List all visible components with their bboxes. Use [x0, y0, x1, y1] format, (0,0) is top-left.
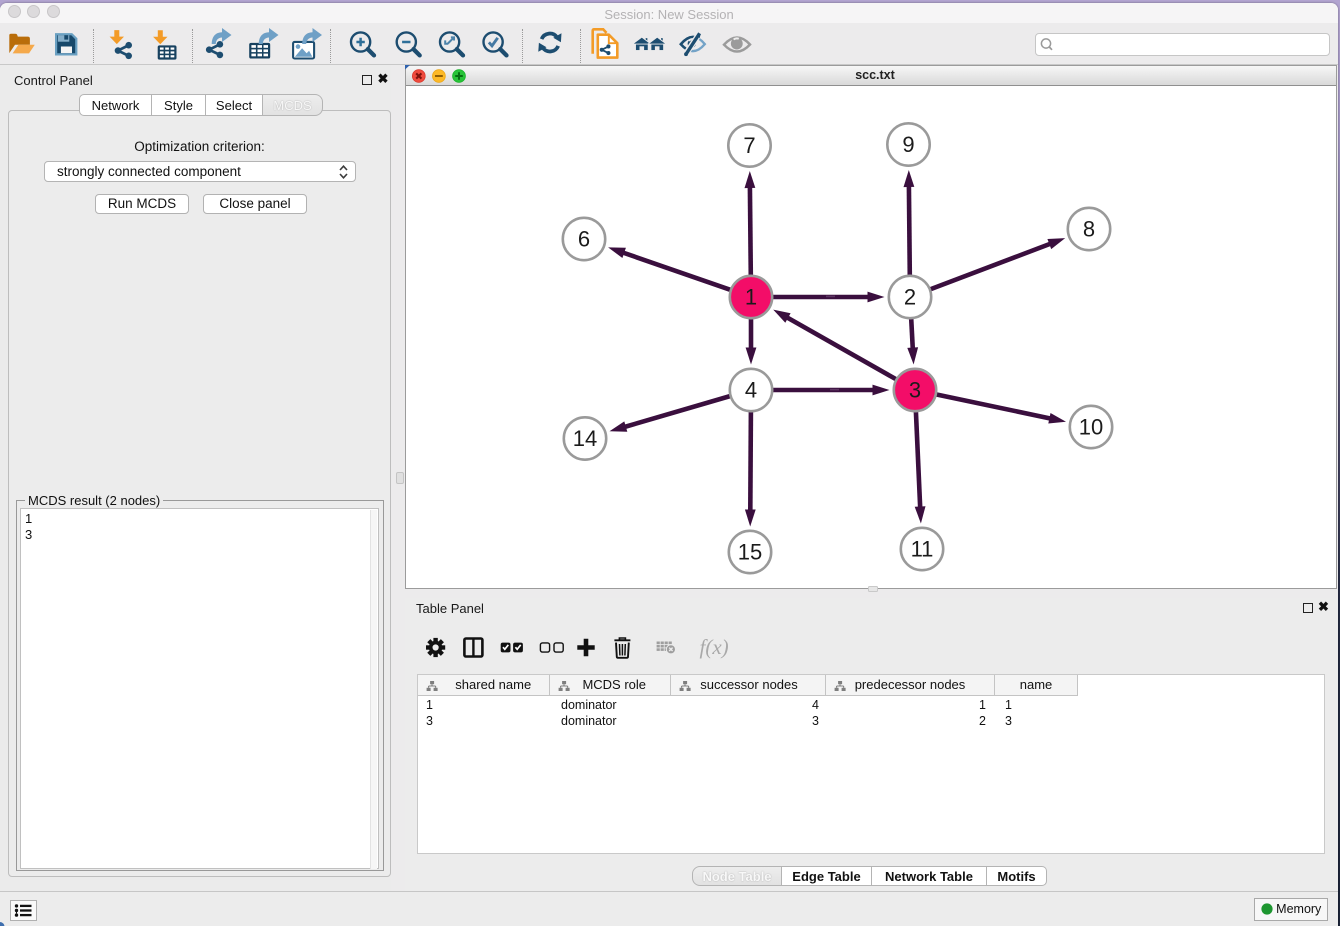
- svg-text:11: 11: [911, 537, 934, 562]
- svg-text:9: 9: [902, 132, 914, 157]
- svg-text:4: 4: [745, 378, 757, 403]
- svg-text:3: 3: [909, 378, 921, 403]
- svg-text:7: 7: [743, 133, 755, 158]
- svg-text:10: 10: [1079, 415, 1103, 440]
- svg-text:1: 1: [745, 285, 757, 310]
- svg-text:2: 2: [904, 285, 916, 310]
- svg-text:15: 15: [738, 540, 762, 565]
- svg-text:6: 6: [578, 227, 590, 252]
- svg-text:14: 14: [573, 426, 597, 451]
- svg-text:8: 8: [1083, 217, 1095, 242]
- svg-text:f(x): f(x): [700, 635, 729, 659]
